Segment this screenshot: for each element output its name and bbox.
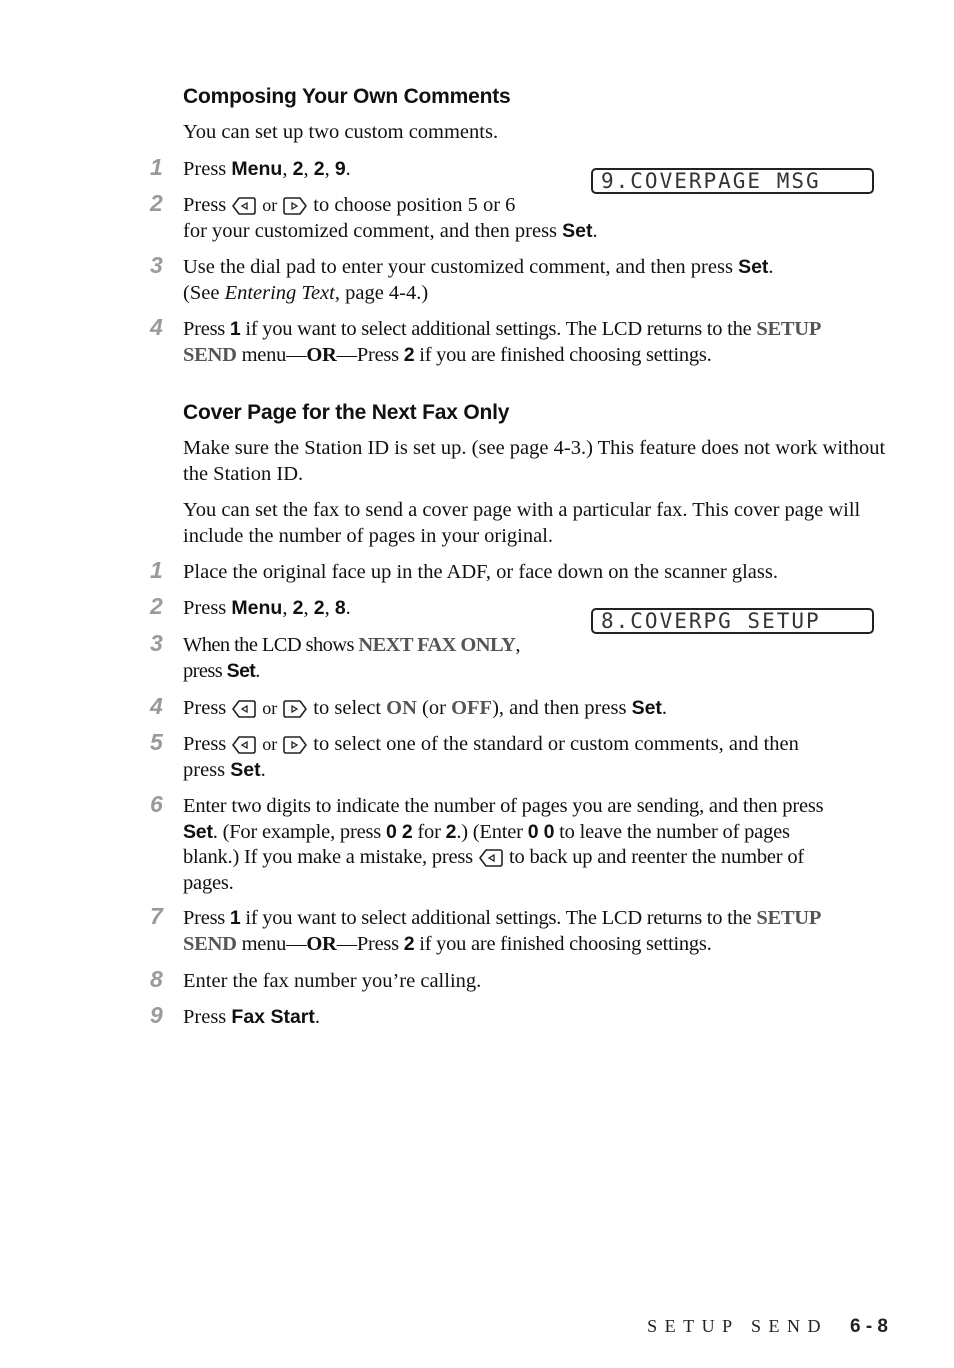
step-text: Enter two digits to indicate the number … [183, 795, 824, 894]
step-text: Press or to choose position 5 or 6 for you… [183, 194, 598, 242]
step-number: 1 [150, 557, 163, 583]
left-arrow-key-icon [232, 700, 257, 718]
cross-reference-link: Entering Text [224, 281, 335, 304]
menu-key-label: Menu [231, 597, 283, 619]
step-text: Enter the fax number you’re calling. [183, 970, 482, 992]
page-number: 6 - 8 [849, 1316, 888, 1337]
left-arrow-key-icon [479, 849, 503, 867]
section-heading-next-fax-only: Cover Page for the Next Fax Only [183, 401, 510, 424]
step-number: 4 [150, 693, 163, 719]
step-number: 8 [150, 966, 163, 992]
left-arrow-key-icon [232, 736, 257, 754]
step-text: Press or to select one of the standard or … [183, 733, 799, 781]
step-number: 3 [150, 630, 163, 656]
step-number: 4 [150, 314, 163, 340]
step-number: 2 [150, 593, 163, 619]
step-number: 2 [150, 190, 163, 216]
step-text: Press 1 if you want to select additional… [183, 318, 822, 366]
step-text: When the LCD shows NEXT FAX ONLY, press … [183, 634, 520, 682]
step-number: 1 [150, 154, 163, 180]
step-text: Press 1 if you want to select additional… [183, 907, 822, 955]
section-paragraph-2: You can set the fax to send a cover page… [183, 499, 861, 547]
lcd-display-coverpg-setup: 8.COVERPG SETUP [591, 608, 874, 634]
manual-page: Composing Your Own Comments You can set … [0, 0, 954, 1368]
step-text: Press Menu, 2, 2, 9. [183, 158, 351, 180]
step-text: Use the dial pad to enter your customize… [183, 256, 774, 304]
left-arrow-key-icon [232, 197, 257, 215]
step-number: 6 [150, 791, 163, 817]
step-text: Press Menu, 2, 2, 8. [183, 597, 351, 619]
right-arrow-key-icon [283, 700, 308, 718]
right-arrow-key-icon [283, 736, 308, 754]
right-arrow-key-icon [283, 197, 308, 215]
section-heading-custom-comments: Composing Your Own Comments [183, 85, 511, 108]
page-footer: SETUP SEND 6 - 8 [647, 1316, 888, 1338]
section-intro: You can set up two custom comments. [183, 121, 499, 143]
step-text: Press Fax Start. [183, 1006, 320, 1028]
section-paragraph-1: Make sure the Station ID is set up. (see… [183, 437, 886, 485]
lcd-display-coverpage-msg: 9.COVERPAGE MSG [591, 168, 874, 194]
menu-key-label: Menu [231, 158, 283, 180]
step-number: 5 [150, 729, 163, 755]
fax-start-key-label: Fax Start [231, 1006, 315, 1028]
step-text: Press or to select ON (or OFF), and then p… [183, 697, 668, 719]
footer-section-title: SETUP SEND [647, 1316, 828, 1336]
step-number: 3 [150, 252, 163, 278]
step-text: Place the original face up in the ADF, o… [183, 561, 778, 583]
step-number: 7 [150, 903, 163, 929]
step-number: 9 [150, 1002, 163, 1028]
